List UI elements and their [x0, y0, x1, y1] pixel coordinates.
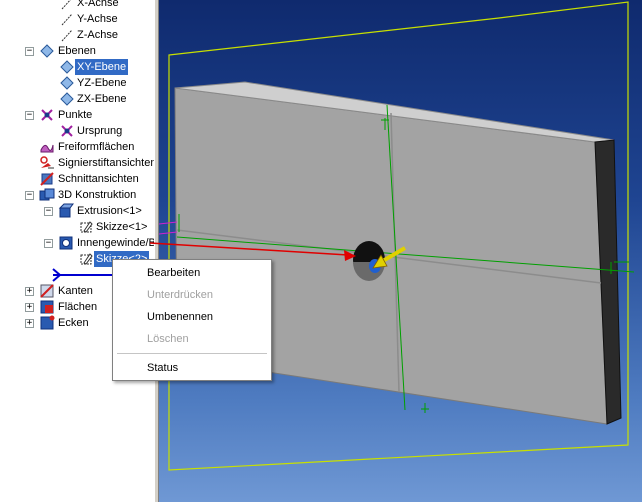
menu-separator — [117, 353, 267, 354]
menu-item-label: Bearbeiten — [147, 267, 201, 279]
menu-item-label: Unterdrücken — [147, 289, 214, 301]
axis-icon — [61, 0, 71, 10]
tree-item-zx-plane[interactable]: ZX-Ebene — [0, 91, 154, 107]
tree-item-label: Signierstiftansichten — [58, 157, 154, 169]
menu-item-suppress[interactable]: Unterdrücken — [115, 285, 269, 305]
tree-item-label: Freiformflächen — [58, 141, 135, 153]
tree-item-xy-plane[interactable]: XY-Ebene — [0, 59, 154, 75]
axis-icon — [61, 29, 73, 42]
expand-toggle[interactable]: + — [25, 303, 34, 312]
menu-item-label: Status — [147, 362, 179, 374]
menu-item-delete[interactable]: Löschen — [115, 329, 269, 349]
collapse-toggle[interactable]: − — [44, 239, 53, 248]
3d-viewport[interactable] — [159, 0, 642, 502]
tree-item-sketch-1[interactable]: Skizze<1> — [0, 219, 154, 235]
menu-item-edit[interactable]: Bearbeiten — [115, 263, 269, 283]
tree-item-planes[interactable]: − Ebenen — [0, 43, 154, 59]
tree-item-markup-views[interactable]: Signierstiftansichten — [0, 155, 154, 171]
expand-toggle[interactable]: + — [25, 319, 34, 328]
tree-item-3d-construction[interactable]: − 3D Konstruktion — [0, 187, 154, 203]
tree-item-label: Z-Achse — [77, 29, 118, 41]
tree-item-section-views[interactable]: Schnittansichten — [0, 171, 154, 187]
menu-item-rename[interactable]: Umbenennen — [115, 307, 269, 327]
point-icon — [61, 125, 73, 137]
viewport-scene — [159, 1, 635, 471]
context-menu: Bearbeiten Unterdrücken Umbenennen Lösch… — [112, 259, 272, 381]
plane-icon — [40, 44, 54, 58]
collapse-toggle[interactable]: − — [44, 207, 53, 216]
tree-item-label: YZ-Ebene — [77, 77, 127, 89]
3d-construction-icon — [39, 188, 55, 201]
menu-item-status[interactable]: Status — [115, 358, 269, 378]
tree-item-internal-thread[interactable]: − Innengewinde/B — [0, 235, 154, 251]
tree-item-points[interactable]: − Punkte — [0, 107, 154, 123]
tree-item-x-axis[interactable]: X-Achse — [0, 0, 154, 11]
tree-item-yz-plane[interactable]: YZ-Ebene — [0, 75, 154, 91]
menu-item-label: Umbenennen — [147, 311, 214, 323]
tree-item-y-axis[interactable]: Y-Achse — [0, 11, 154, 27]
plane-icon — [60, 76, 74, 90]
edges-icon — [40, 284, 54, 298]
tree-item-label: Kanten — [58, 285, 93, 297]
tree-item-label: Ecken — [58, 317, 89, 329]
axis-icon — [61, 13, 73, 26]
thread-icon — [59, 236, 73, 250]
feature-tree[interactable]: X-Achse Y-Achse Z-Achse − Ebenen XY-Eben… — [0, 0, 154, 502]
plane-icon — [60, 60, 74, 74]
tree-item-label: Skizze<1> — [96, 221, 148, 233]
tree-item-label: Ursprung — [77, 125, 123, 137]
menu-item-label: Löschen — [147, 333, 189, 345]
tree-item-label: Ebenen — [58, 45, 96, 57]
tree-item-label: Flächen — [58, 301, 98, 313]
collapse-toggle[interactable]: − — [25, 47, 34, 56]
tree-item-label: Punkte — [58, 109, 93, 121]
section-view-icon — [40, 172, 54, 186]
tree-item-extrusion[interactable]: − Extrusion<1> — [0, 203, 154, 219]
selection-marker-icon — [52, 268, 116, 282]
collapse-toggle[interactable]: − — [25, 111, 34, 120]
tree-item-label: XY-Ebene — [75, 59, 129, 75]
expand-toggle[interactable]: + — [25, 287, 34, 296]
faces-icon — [40, 300, 54, 314]
vertices-icon — [40, 315, 55, 330]
freeform-surface-icon — [40, 144, 54, 153]
tree-item-z-axis[interactable]: Z-Achse — [0, 27, 154, 43]
tree-item-label: Schnittansichten — [58, 173, 139, 185]
point-icon — [41, 109, 53, 121]
tree-item-label: Extrusion<1> — [77, 205, 142, 217]
tree-item-freeform-surfaces[interactable]: Freiformflächen — [0, 139, 154, 155]
tree-item-origin[interactable]: Ursprung — [0, 123, 154, 139]
markup-pen-icon — [40, 156, 54, 169]
plane-icon — [60, 92, 74, 106]
sketch-icon — [80, 221, 93, 233]
tree-item-label: X-Achse — [77, 0, 119, 9]
tree-item-label: ZX-Ebene — [77, 93, 127, 105]
collapse-toggle[interactable]: − — [25, 191, 34, 200]
tree-item-label: 3D Konstruktion — [58, 189, 137, 201]
extrusion-icon — [58, 203, 74, 218]
tree-item-label: Y-Achse — [77, 13, 118, 25]
tree-item-label: Innengewinde/B — [77, 237, 154, 249]
